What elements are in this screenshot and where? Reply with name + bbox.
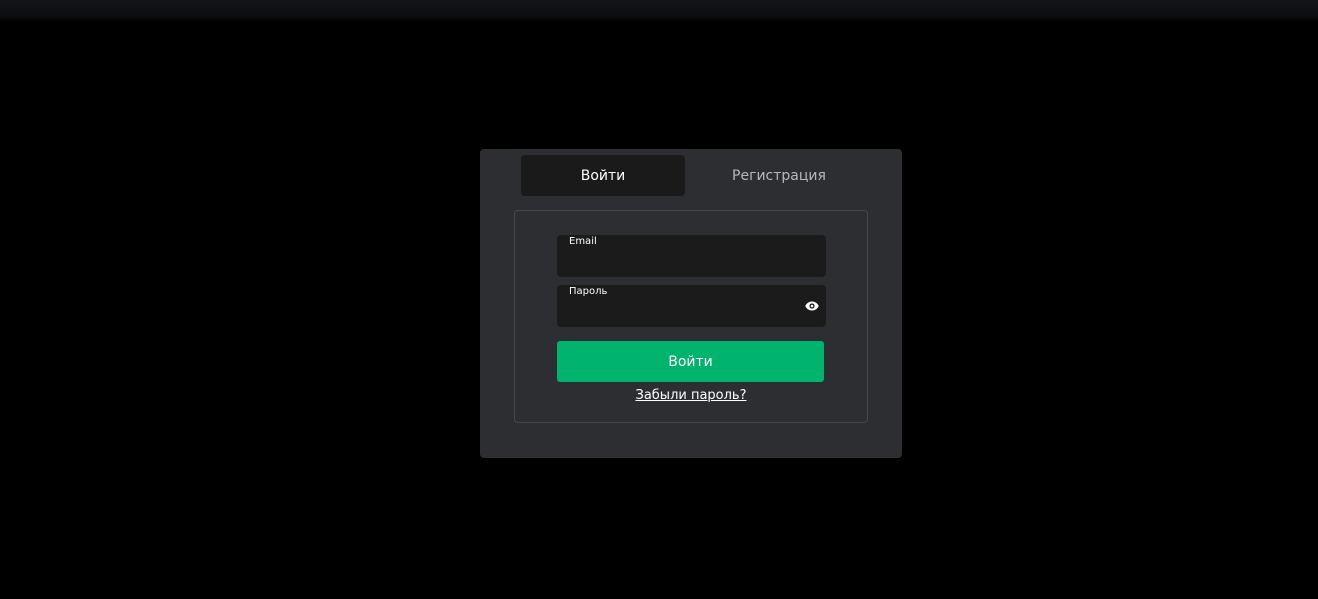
eye-icon[interactable] (804, 299, 820, 313)
login-modal: Войти Регистрация Email Пароль Войти Заб… (480, 149, 902, 458)
email-input[interactable] (569, 251, 799, 273)
login-form: Email Пароль Войти Забыли пароль? (514, 210, 868, 423)
password-field[interactable]: Пароль (557, 285, 826, 327)
email-label: Email (569, 236, 597, 247)
tab-register[interactable]: Регистрация (695, 155, 863, 196)
email-field[interactable]: Email (557, 235, 826, 277)
login-button[interactable]: Войти (557, 341, 824, 382)
tab-login[interactable]: Войти (521, 155, 685, 196)
password-input[interactable] (569, 301, 799, 323)
auth-tabs: Войти Регистрация (521, 155, 861, 196)
forgot-password-link[interactable]: Забыли пароль? (515, 388, 867, 403)
password-label: Пароль (569, 286, 608, 297)
top-bar (0, 0, 1318, 22)
